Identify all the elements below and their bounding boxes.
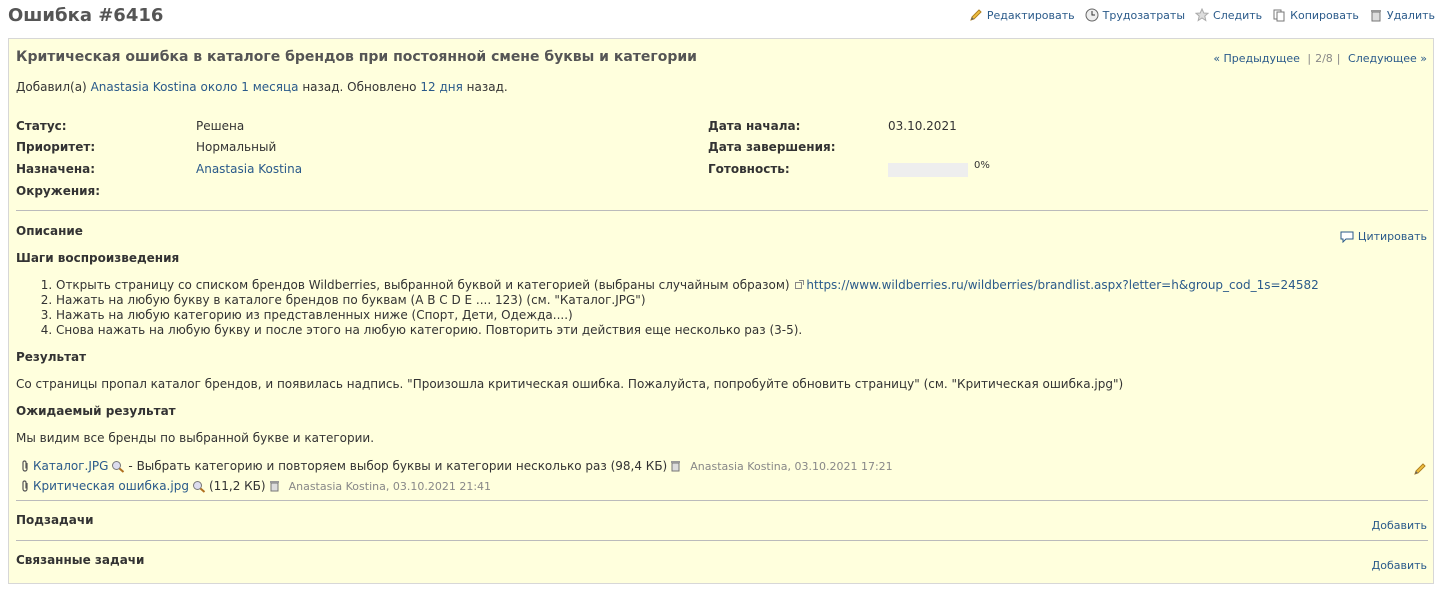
prev-issue-link[interactable]: « Предыдущее	[1213, 52, 1300, 65]
attachment-link[interactable]: Критическая ошибка.jpg	[33, 479, 189, 493]
issue-panel: Критическая ошибка в каталоге брендов пр…	[8, 38, 1434, 584]
done-ratio-label: Готовность:	[708, 162, 790, 176]
watch-label: Следить	[1213, 8, 1263, 22]
result-title: Результат	[16, 350, 87, 364]
magnifier-icon[interactable]	[111, 460, 125, 473]
priority-value: Нормальный	[196, 140, 277, 154]
steps-title: Шаги воспроизведения	[16, 251, 180, 265]
star-icon	[1195, 8, 1210, 22]
attachment-link[interactable]: Каталог.JPG	[33, 459, 108, 473]
divider	[16, 500, 1428, 501]
expected-title: Ожидаемый результат	[16, 404, 176, 418]
priority-label: Приоритет:	[16, 140, 96, 154]
author-link[interactable]: Anastasia Kostina	[91, 80, 197, 94]
clock-icon	[1085, 8, 1099, 22]
author-prefix: Добавил(а)	[16, 80, 87, 94]
edit-label: Редактировать	[986, 8, 1075, 22]
assigned-link[interactable]: Anastasia Kostina	[196, 162, 302, 182]
environment-label: Окружения:	[16, 184, 101, 198]
add-subtask-link[interactable]: Добавить	[1372, 519, 1427, 532]
steps-list: Открыть страницу со списком брендов Wild…	[16, 278, 1319, 338]
pencil-icon	[970, 9, 982, 21]
issue-navigation: « Предыдущее | 2/8 | Следующее »	[1213, 52, 1427, 65]
relations-title: Связанные задачи	[16, 553, 145, 567]
attachment-row: Каталог.JPG - Выбрать категорию и повтор…	[17, 459, 893, 473]
edit-button[interactable]: Редактировать	[969, 8, 1075, 22]
author-line: Добавил(а) Anastasia Kostina около 1 мес…	[16, 80, 508, 94]
list-item: Снова нажать на любую букву и после этог…	[56, 323, 1319, 338]
status-label: Статус:	[16, 119, 67, 133]
divider	[16, 210, 1428, 211]
external-link-icon	[795, 280, 805, 289]
pencil-icon[interactable]	[1413, 462, 1427, 476]
paperclip-icon	[22, 479, 28, 492]
nav-separator: |	[1307, 52, 1312, 65]
subtasks-title: Подзадачи	[16, 513, 94, 527]
attachment-meta: Anastasia Kostina, 03.10.2021 21:41	[288, 479, 492, 493]
attachment-meta: Anastasia Kostina, 03.10.2021 17:21	[690, 459, 893, 473]
author-middle: назад. Обновлено	[302, 80, 417, 94]
trash-icon[interactable]	[670, 460, 681, 472]
start-date-label: Дата начала:	[708, 119, 801, 133]
author-suffix: назад.	[466, 80, 508, 94]
time-spent-button[interactable]: Трудозатраты	[1085, 8, 1185, 22]
nav-separator: |	[1336, 52, 1341, 65]
attachment-description: (11,2 КБ)	[208, 479, 266, 493]
done-ratio: 0%	[888, 160, 990, 182]
delete-button[interactable]: Удалить	[1369, 8, 1435, 22]
next-issue-link[interactable]: Следующее »	[1348, 52, 1427, 65]
quote-label: Цитировать	[1357, 230, 1427, 243]
paperclip-icon	[22, 459, 28, 472]
start-date-value: 03.10.2021	[888, 119, 957, 133]
watch-button[interactable]: Следить	[1195, 8, 1262, 22]
assigned-label: Назначена:	[16, 162, 96, 176]
updated-link[interactable]: 12 дня	[420, 80, 462, 94]
copy-button[interactable]: Копировать	[1272, 8, 1359, 22]
list-item: Открыть страницу со списком брендов Wild…	[56, 278, 1319, 293]
copy-icon	[1273, 9, 1285, 22]
speech-bubble-icon	[1340, 231, 1354, 243]
progress-bar	[888, 162, 968, 177]
delete-label: Удалить	[1386, 8, 1435, 22]
issue-position: 2/8	[1315, 52, 1333, 65]
attachment-description: - Выбрать категорию и повторяем выбор бу…	[128, 459, 668, 473]
step-text: Открыть страницу со списком брендов Wild…	[56, 278, 790, 292]
page-title: Ошибка #6416	[8, 5, 164, 26]
issue-actions: Редактировать Трудозатраты Следить Копир…	[959, 8, 1435, 22]
expected-text: Мы видим все бренды по выбранной букве и…	[16, 431, 375, 445]
add-relation-link[interactable]: Добавить	[1372, 559, 1427, 572]
trash-icon	[1370, 10, 1381, 22]
created-link[interactable]: около 1 месяца	[201, 80, 299, 94]
due-date-label: Дата завершения:	[708, 140, 836, 154]
magnifier-icon[interactable]	[192, 480, 206, 493]
copy-label: Копировать	[1290, 8, 1359, 22]
quote-button[interactable]: Цитировать	[1340, 230, 1427, 243]
wildberries-link[interactable]: https://www.wildberries.ru/wildberries/b…	[806, 278, 1318, 292]
list-item: Нажать на любую букву в каталоге брендов…	[56, 293, 1319, 308]
list-item: Нажать на любую категорию из представлен…	[56, 308, 1319, 323]
trash-icon[interactable]	[269, 480, 280, 492]
description-title: Описание	[16, 224, 83, 238]
attachment-row: Критическая ошибка.jpg (11,2 КБ) Anastas…	[17, 479, 491, 493]
done-ratio-text: 0%	[974, 160, 990, 171]
time-spent-label: Трудозатраты	[1102, 8, 1186, 22]
issue-subject: Критическая ошибка в каталоге брендов пр…	[16, 49, 697, 65]
divider	[16, 540, 1428, 541]
status-value: Решена	[196, 119, 245, 133]
result-text: Со страницы пропал каталог брендов, и по…	[16, 377, 1124, 391]
